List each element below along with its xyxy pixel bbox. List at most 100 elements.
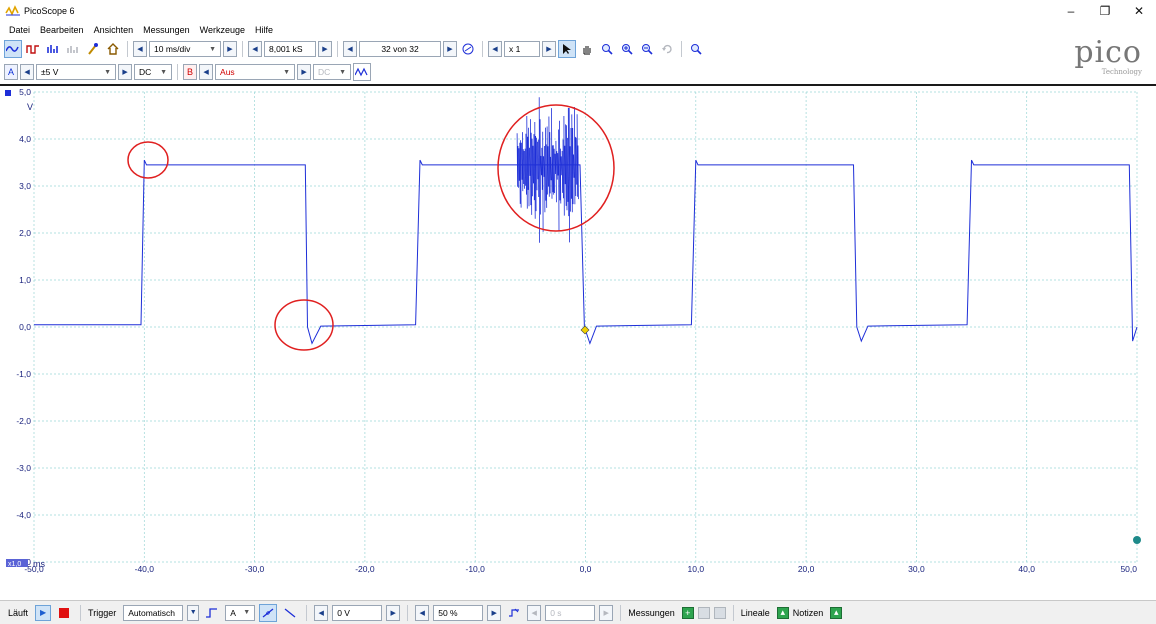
- scope-mode-icon[interactable]: [4, 40, 22, 58]
- trigger-channel-select[interactable]: A ▼: [225, 604, 256, 621]
- delay-increase-button[interactable]: ▶: [599, 604, 614, 621]
- y-tick-label: -1,0: [16, 369, 31, 379]
- close-button[interactable]: ✕: [1122, 0, 1156, 22]
- trigger-threshold-field[interactable]: 0 V: [332, 604, 383, 621]
- channel-b-coupling-value: DC: [318, 67, 331, 77]
- channel-b-coupling-select[interactable]: DC ▼: [313, 64, 352, 80]
- channel-a-axis-marker[interactable]: [5, 90, 11, 96]
- threshold-decrease-button[interactable]: ◀: [314, 604, 329, 621]
- pretrigger-value: 50 %: [438, 607, 458, 618]
- falling-edge-icon[interactable]: [281, 604, 299, 622]
- logo-wordmark: pico: [1074, 35, 1142, 70]
- channel-b-range-decrease-button[interactable]: ◀: [199, 64, 214, 80]
- rulers-icon[interactable]: ▴: [776, 606, 789, 619]
- ruler-handle[interactable]: [1133, 536, 1141, 544]
- toolbar-separator: [681, 41, 682, 57]
- trigger-mode-select[interactable]: Automatisch: [123, 604, 184, 621]
- post-trigger-delay-icon[interactable]: [505, 604, 523, 622]
- zoom-out-icon[interactable]: [638, 40, 656, 58]
- x-tick-label: 10,0: [688, 564, 705, 574]
- menu-ansichten[interactable]: Ansichten: [89, 25, 139, 35]
- trigger-type-rising-icon[interactable]: [203, 604, 221, 622]
- channel-a-range-decrease-button[interactable]: ◀: [20, 64, 35, 80]
- zoom-overview-icon[interactable]: [687, 40, 705, 58]
- y-tick-label: 0,0: [19, 322, 31, 332]
- play-button[interactable]: ▶: [35, 604, 52, 621]
- zoom-area-icon[interactable]: [598, 40, 616, 58]
- main-toolbar: ◀ 10 ms/div ▼ ▶ ◀ 8,001 kS ▶ ◀ 32 von 32 …: [0, 38, 1000, 60]
- buffer-navigator-field[interactable]: 32 von 32: [359, 41, 441, 57]
- waveform-plot[interactable]: 5,04,03,02,01,00,0-1,0-2,0-3,0-4,0-5,0 -…: [0, 86, 1156, 598]
- statusbar-separator: [620, 604, 622, 621]
- restore-button[interactable]: ❐: [1088, 0, 1122, 22]
- statusbar-separator: [80, 604, 82, 621]
- zoom-in-icon[interactable]: [618, 40, 636, 58]
- buffer-next-button[interactable]: ▶: [443, 41, 457, 57]
- undo-zoom-icon[interactable]: [658, 40, 676, 58]
- chevron-down-icon: ▼: [209, 45, 216, 53]
- disabled-spectrum-icon[interactable]: [64, 40, 82, 58]
- add-measurement-icon[interactable]: +: [681, 606, 694, 619]
- channel-b-range-select[interactable]: Aus ▼: [215, 64, 296, 80]
- zoom-factor-field[interactable]: x 1: [504, 41, 540, 57]
- x-tick-label: 20,0: [798, 564, 815, 574]
- channel-a-trace: [34, 159, 1138, 345]
- home-icon[interactable]: [104, 40, 122, 58]
- trigger-mode-dropdown[interactable]: ▼: [187, 604, 200, 621]
- threshold-increase-button[interactable]: ▶: [386, 604, 401, 621]
- edit-measurement-icon[interactable]: [697, 606, 710, 619]
- samples-decrease-button[interactable]: ◀: [248, 41, 262, 57]
- menu-bearbeiten[interactable]: Bearbeiten: [35, 25, 89, 35]
- pretrigger-field[interactable]: 50 %: [433, 604, 484, 621]
- x-tick-label: -30,0: [245, 564, 265, 574]
- channel-a-range-select[interactable]: ±5 V ▼: [36, 64, 117, 80]
- pretrigger-increase-button[interactable]: ▶: [487, 604, 502, 621]
- zoom-increase-button[interactable]: ▶: [542, 41, 556, 57]
- persistence-mode-icon[interactable]: [24, 40, 42, 58]
- menu-hilfe[interactable]: Hilfe: [250, 25, 278, 35]
- menu-datei[interactable]: Datei: [4, 25, 35, 35]
- chevron-down-icon: ▼: [243, 609, 251, 616]
- buffer-previous-button[interactable]: ◀: [343, 41, 357, 57]
- channel-b-button[interactable]: B: [183, 64, 198, 80]
- samples-increase-button[interactable]: ▶: [318, 41, 332, 57]
- samples-field[interactable]: 8,001 kS: [264, 41, 316, 57]
- stop-button[interactable]: [59, 607, 70, 618]
- probe-icon[interactable]: [84, 40, 102, 58]
- timebase-decrease-button[interactable]: ◀: [133, 41, 147, 57]
- zoom-decrease-button[interactable]: ◀: [488, 41, 502, 57]
- timebase-increase-button[interactable]: ▶: [223, 41, 237, 57]
- spectrum-mode-icon[interactable]: [44, 40, 62, 58]
- delay-decrease-button[interactable]: ◀: [527, 604, 542, 621]
- menu-werkzeuge[interactable]: Werkzeuge: [195, 25, 250, 35]
- annotation-circle-overshoot: [127, 141, 169, 179]
- pretrigger-decrease-button[interactable]: ◀: [415, 604, 430, 621]
- minimize-button[interactable]: –: [1054, 0, 1088, 22]
- picoscope-app-icon: [5, 5, 21, 17]
- channel-a-button[interactable]: A: [4, 64, 19, 80]
- channel-a-range-increase-button[interactable]: ▶: [118, 64, 133, 80]
- delete-measurement-icon[interactable]: [713, 606, 726, 619]
- y-tick-label: -4,0: [16, 510, 31, 520]
- signal-generator-icon[interactable]: [353, 63, 372, 81]
- toolbar-separator: [127, 41, 128, 57]
- run-status-label: Läuft: [8, 607, 29, 618]
- chevron-down-icon: ▼: [160, 68, 168, 76]
- timebase-select[interactable]: 10 ms/div ▼: [149, 41, 221, 57]
- trigger-threshold-value: 0 V: [337, 607, 350, 618]
- buffer-overview-icon[interactable]: [459, 40, 477, 58]
- x-tick-label: 50,0: [1120, 564, 1137, 574]
- select-pointer-icon[interactable]: [558, 40, 576, 58]
- channel-b-range-increase-button[interactable]: ▶: [297, 64, 312, 80]
- rising-edge-icon[interactable]: [259, 603, 278, 622]
- hand-pan-icon[interactable]: [578, 40, 596, 58]
- menu-messungen[interactable]: Messungen: [138, 25, 195, 35]
- channel-toolbar: A ◀ ±5 V ▼ ▶ DC ▼ B ◀ Aus ▼ ▶ DC ▼: [0, 61, 1000, 83]
- notes-icon[interactable]: ▴: [830, 606, 843, 619]
- y-tick-label: 5,0: [19, 87, 31, 97]
- x-tick-label: -20,0: [355, 564, 375, 574]
- channel-a-coupling-select[interactable]: DC ▼: [134, 64, 173, 80]
- toolbar-separator: [242, 41, 243, 57]
- delay-field[interactable]: 0 s: [545, 604, 596, 621]
- scope-view[interactable]: 5,04,03,02,01,00,0-1,0-2,0-3,0-4,0-5,0 -…: [0, 84, 1156, 598]
